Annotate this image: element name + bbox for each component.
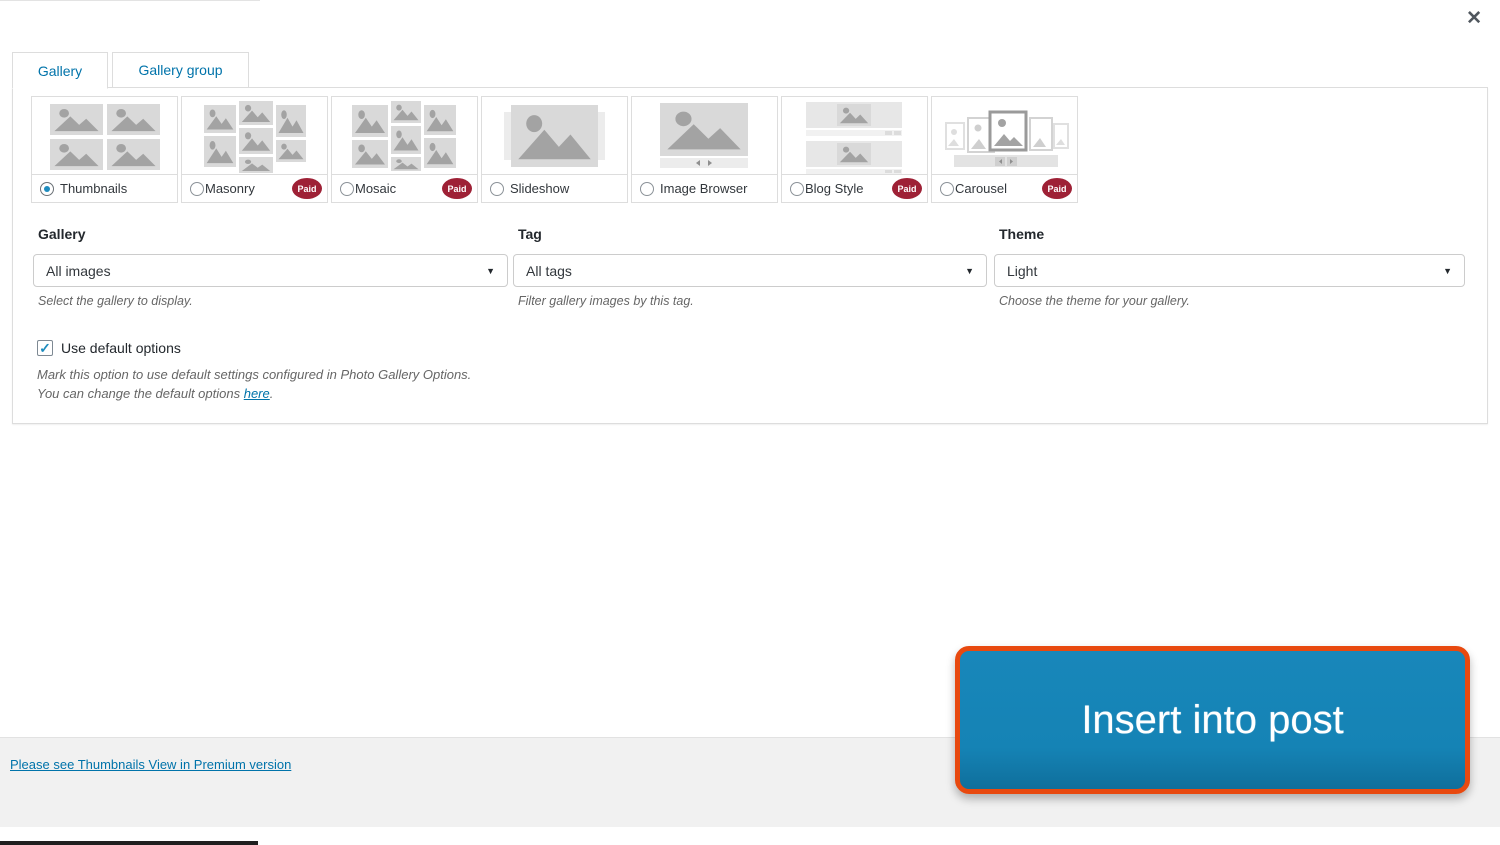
gallery-filter-section: Gallery All images ▼ Select the gallery … bbox=[33, 226, 508, 308]
insert-gallery-dialog: ✕ Gallery Gallery group Thumbnails Mason… bbox=[0, 0, 1500, 845]
tag-filter-label: Tag bbox=[518, 226, 542, 242]
tag-select[interactable]: All tags ▼ bbox=[513, 254, 987, 287]
masonry-label: Masonry bbox=[205, 181, 255, 196]
chevron-down-icon: ▼ bbox=[1443, 265, 1452, 276]
carousel-preview-image bbox=[932, 97, 1077, 175]
slideshow-preview-image bbox=[482, 97, 627, 175]
default-options-help-line2: You can change the default options here. bbox=[37, 386, 274, 401]
premium-version-link[interactable]: Please see Thumbnails View in Premium ve… bbox=[10, 757, 291, 772]
gallery-type-thumbnails[interactable]: Thumbnails bbox=[31, 96, 178, 203]
theme-select-value: Light bbox=[1007, 262, 1038, 279]
gallery-type-list: Thumbnails Masonry Paid Mosaic Paid Slid… bbox=[31, 96, 1078, 203]
blog-style-preview-image bbox=[782, 97, 927, 175]
mosaic-paid-badge: Paid bbox=[442, 178, 472, 199]
tag-filter-section: Tag All tags ▼ Filter gallery images by … bbox=[513, 226, 987, 308]
thumbnails-radio[interactable] bbox=[40, 181, 54, 196]
slideshow-radio[interactable] bbox=[490, 181, 504, 196]
theme-select[interactable]: Light ▼ bbox=[994, 254, 1465, 287]
image-browser-label: Image Browser bbox=[660, 181, 748, 196]
gallery-filter-help: Select the gallery to display. bbox=[38, 294, 193, 308]
mosaic-preview-image bbox=[332, 97, 477, 175]
gallery-select[interactable]: All images ▼ bbox=[33, 254, 508, 287]
blog-style-radio[interactable] bbox=[790, 181, 804, 196]
carousel-label: Carousel bbox=[955, 181, 1008, 196]
theme-filter-section: Theme Light ▼ Choose the theme for your … bbox=[994, 226, 1465, 308]
thumbnails-label: Thumbnails bbox=[60, 181, 128, 196]
gallery-select-value: All images bbox=[46, 262, 111, 279]
use-default-options-checkbox[interactable]: ✓ bbox=[37, 340, 53, 356]
gallery-type-mosaic[interactable]: Mosaic Paid bbox=[331, 96, 478, 203]
gallery-type-carousel[interactable]: Carousel Paid bbox=[931, 96, 1078, 203]
image-browser-radio[interactable] bbox=[640, 181, 654, 196]
mosaic-radio[interactable] bbox=[340, 181, 354, 196]
masonry-paid-badge: Paid bbox=[292, 178, 322, 199]
slideshow-label: Slideshow bbox=[510, 181, 570, 196]
tab-bar: Gallery Gallery group bbox=[12, 52, 249, 89]
tab-gallery[interactable]: Gallery bbox=[12, 52, 108, 89]
chevron-down-icon: ▼ bbox=[486, 265, 495, 276]
masonry-radio[interactable] bbox=[190, 181, 204, 196]
insert-into-post-button[interactable]: Insert into post bbox=[955, 646, 1470, 794]
use-default-options-label: Use default options bbox=[61, 340, 181, 356]
carousel-paid-badge: Paid bbox=[1042, 178, 1072, 199]
tag-filter-help: Filter gallery images by this tag. bbox=[518, 294, 694, 308]
background-window-bottom-edge bbox=[0, 841, 258, 845]
default-options-section: ✓ Use default options Mark this option t… bbox=[37, 340, 471, 403]
blog-style-label: Blog Style bbox=[805, 181, 864, 196]
carousel-radio[interactable] bbox=[940, 181, 954, 196]
gallery-filter-label: Gallery bbox=[38, 226, 86, 242]
gallery-type-slideshow[interactable]: Slideshow bbox=[481, 96, 628, 203]
blog-style-paid-badge: Paid bbox=[892, 178, 922, 199]
default-options-help-line1: Mark this option to use default settings… bbox=[37, 367, 472, 382]
masonry-preview-image bbox=[182, 97, 327, 175]
tab-gallery-group[interactable]: Gallery group bbox=[112, 52, 249, 88]
mosaic-label: Mosaic bbox=[355, 181, 397, 196]
gallery-type-blog-style[interactable]: Blog Style Paid bbox=[781, 96, 928, 203]
image-browser-preview-image bbox=[632, 97, 777, 175]
thumbnails-preview-image bbox=[32, 97, 177, 175]
close-icon[interactable]: ✕ bbox=[1466, 9, 1482, 28]
theme-filter-label: Theme bbox=[999, 226, 1045, 242]
theme-filter-help: Choose the theme for your gallery. bbox=[999, 294, 1190, 308]
chevron-down-icon: ▼ bbox=[965, 265, 974, 276]
gallery-options-panel: Thumbnails Masonry Paid Mosaic Paid Slid… bbox=[12, 87, 1488, 424]
tag-select-value: All tags bbox=[526, 262, 572, 279]
default-options-here-link[interactable]: here bbox=[244, 386, 270, 401]
gallery-type-masonry[interactable]: Masonry Paid bbox=[181, 96, 328, 203]
gallery-type-image-browser[interactable]: Image Browser bbox=[631, 96, 778, 203]
background-window-edge bbox=[0, 0, 260, 1]
